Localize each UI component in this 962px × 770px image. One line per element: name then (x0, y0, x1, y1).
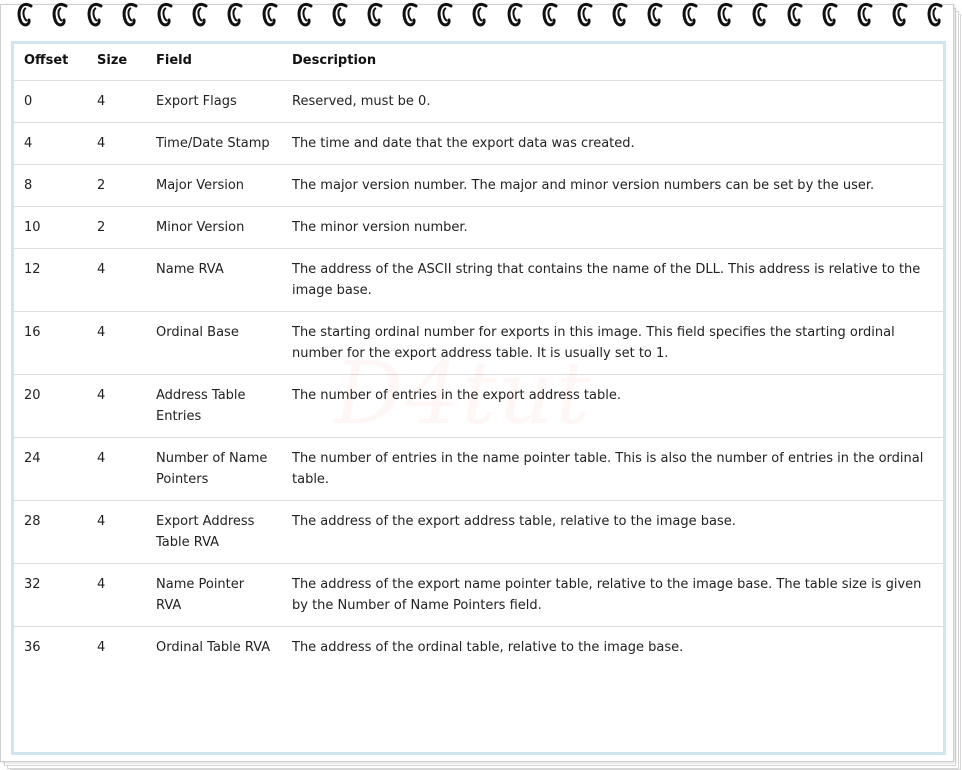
table-frame: D4tut Offset Size Field Description 0 4 Ex… (11, 41, 946, 755)
cell-size: 2 (87, 164, 146, 207)
export-directory-table: Offset Size Field Description 0 4 Export F… (14, 44, 943, 668)
cell-offset: 36 (24, 640, 41, 655)
binding-ring-icon (52, 3, 68, 27)
spiral-binding (17, 3, 943, 27)
table-header-row: Offset Size Field Description (14, 44, 943, 81)
table-row: 0 4 Export Flags Reserved, must be 0. (14, 80, 943, 123)
binding-ring-icon (472, 3, 488, 27)
cell-field: Ordinal Table RVA (156, 640, 271, 655)
binding-ring-icon (717, 3, 733, 27)
cell-field: Number of Name Pointers (146, 437, 282, 501)
table-row: 28 4 Export Address Table RVA The address o… (14, 500, 943, 564)
table-row: 8 2 Major Version The major version number.… (14, 164, 943, 207)
cell-description: The address of the ASCII string that con… (282, 248, 943, 312)
cell-size: 4 (87, 437, 146, 501)
cell-offset: 12 (14, 248, 87, 312)
cell-offset: 4 (14, 122, 87, 165)
header-description: Description (282, 44, 943, 81)
cell-size: 4 (97, 640, 106, 655)
binding-ring-icon (787, 3, 803, 27)
cell-offset: 28 (14, 500, 87, 564)
binding-ring-icon (87, 3, 103, 27)
cell-size: 2 (87, 206, 146, 249)
cell-field: Export Address Table RVA (146, 500, 282, 564)
binding-ring-icon (507, 3, 523, 27)
binding-ring-icon (332, 3, 348, 27)
cell-size: 4 (87, 563, 146, 627)
cell-offset: 10 (14, 206, 87, 249)
cell-description: The major version number. The major and … (282, 164, 943, 207)
binding-ring-icon (367, 3, 383, 27)
table-row: 20 4 Address Table Entries The number of en… (14, 374, 943, 438)
cell-size: 4 (87, 80, 146, 123)
binding-ring-icon (297, 3, 313, 27)
table-row: 32 4 Name Pointer RVA The address of the ex… (14, 563, 943, 627)
binding-ring-icon (612, 3, 628, 27)
table-row: 16 4 Ordinal Base The starting ordinal numb… (14, 311, 943, 375)
cell-field: Time/Date Stamp (146, 122, 282, 165)
table-row: 24 4 Number of Name Pointers The number of … (14, 437, 943, 501)
cell-size: 4 (87, 311, 146, 375)
cell-field: Ordinal Base (146, 311, 282, 375)
cell-field: Minor Version (146, 206, 282, 249)
binding-ring-icon (122, 3, 138, 27)
cell-field: Name RVA (146, 248, 282, 312)
cell-field: Export Flags (146, 80, 282, 123)
header-offset: Offset (14, 44, 87, 81)
cell-field: Major Version (146, 164, 282, 207)
cell-size: 4 (87, 374, 146, 438)
binding-ring-icon (647, 3, 663, 27)
cell-description: The minor version number. (282, 206, 943, 249)
cell-description: The address of the export name pointer t… (282, 563, 943, 627)
binding-ring-icon (752, 3, 768, 27)
header-field: Field (146, 44, 282, 81)
cell-description: The address of the ordinal table, relati… (292, 640, 684, 655)
cell-size: 4 (87, 122, 146, 165)
cell-offset: 20 (14, 374, 87, 438)
cell-description: The number of entries in the name pointe… (282, 437, 943, 501)
cell-offset: 8 (14, 164, 87, 207)
cell-offset: 32 (14, 563, 87, 627)
binding-ring-icon (437, 3, 453, 27)
binding-ring-icon (822, 3, 838, 27)
table-row: 4 4 Time/Date Stamp The time and date that … (14, 122, 943, 165)
binding-ring-icon (262, 3, 278, 27)
table-row: 10 2 Minor Version The minor version number… (14, 206, 943, 249)
cell-size: 4 (87, 248, 146, 312)
binding-ring-icon (682, 3, 698, 27)
binding-ring-icon (577, 3, 593, 27)
cell-offset: 0 (14, 80, 87, 123)
header-size: Size (87, 44, 146, 81)
table-row: 12 4 Name RVA The address of the ASCII stri… (14, 248, 943, 312)
binding-ring-icon (892, 3, 908, 27)
binding-ring-icon (857, 3, 873, 27)
cell-description: The address of the export address table,… (282, 500, 943, 564)
cell-description: The number of entries in the export addr… (282, 374, 943, 438)
cell-offset: 24 (14, 437, 87, 501)
cell-field: Address Table Entries (146, 374, 282, 438)
cell-description: The starting ordinal number for exports … (282, 311, 943, 375)
cell-size: 4 (87, 500, 146, 564)
cell-field: Name Pointer RVA (146, 563, 282, 627)
binding-ring-icon (192, 3, 208, 27)
table-row: 36 4 Ordinal Table RVA The address of the o… (14, 627, 943, 669)
binding-ring-icon (227, 3, 243, 27)
binding-ring-icon (402, 3, 418, 27)
binding-ring-icon (542, 3, 558, 27)
binding-ring-icon (927, 3, 943, 27)
binding-ring-icon (157, 3, 173, 27)
cell-description: The time and date that the export data w… (282, 122, 943, 165)
cell-description: Reserved, must be 0. (282, 80, 943, 123)
binding-ring-icon (17, 3, 33, 27)
cell-offset: 16 (14, 311, 87, 375)
